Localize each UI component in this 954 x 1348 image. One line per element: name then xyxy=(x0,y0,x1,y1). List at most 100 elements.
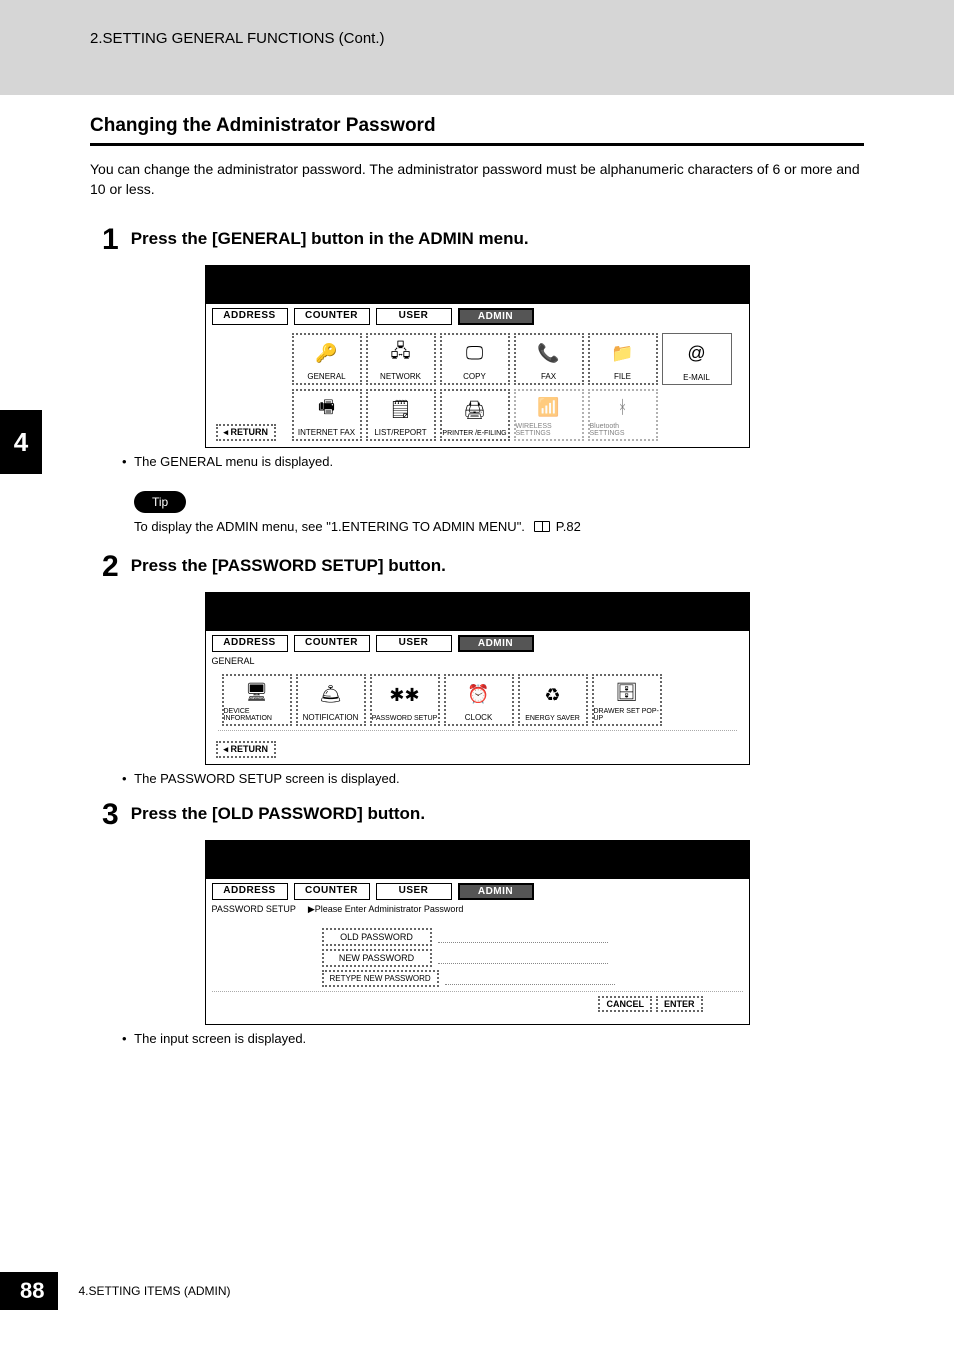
internet-fax-button[interactable]: 🖷INTERNET FAX xyxy=(292,389,362,441)
network-button[interactable]: 🖧NETWORK xyxy=(366,333,436,385)
tab-counter[interactable]: COUNTER xyxy=(294,883,370,900)
drawer-icon: 🗄 xyxy=(615,676,638,708)
password-setup-label: PASSWORD SETUP xyxy=(206,902,302,919)
fax-icon: 📞 xyxy=(537,335,559,372)
copy-button[interactable]: 🖵COPY xyxy=(440,333,510,385)
intro-paragraph: You can change the administrator passwor… xyxy=(90,160,864,199)
device-icon: 🖥 xyxy=(245,676,268,708)
printer-icon: 🖨 xyxy=(463,391,486,430)
section-title: Changing the Administrator Password xyxy=(90,115,864,137)
screen-top-bar xyxy=(206,266,749,304)
step-2-text: Press the [PASSWORD SETUP] button. xyxy=(131,552,446,576)
step-1-number: 1 xyxy=(102,225,119,255)
screen-tabs: ADDRESS COUNTER USER ADMIN xyxy=(206,304,749,327)
fax-button-label: FAX xyxy=(541,372,556,381)
clock-button[interactable]: ⏰CLOCK xyxy=(444,674,514,726)
network-icon: 🖧 xyxy=(390,335,410,372)
password-icon: ✱✱ xyxy=(389,676,419,715)
general-button[interactable]: 🔑GENERAL xyxy=(292,333,362,385)
wireless-label: WIRELESS SETTINGS xyxy=(516,423,582,437)
tip-badge: Tip xyxy=(134,491,186,513)
book-icon xyxy=(534,521,550,532)
cancel-button[interactable]: CANCEL xyxy=(598,996,652,1012)
title-rule xyxy=(90,143,864,146)
retype-password-field xyxy=(445,973,615,985)
file-icon: 📁 xyxy=(611,335,633,372)
step-1-note: The GENERAL menu is displayed. xyxy=(134,454,864,469)
file-button-label: FILE xyxy=(614,372,631,381)
email-button[interactable]: @E-MAIL xyxy=(662,333,732,385)
screen-top-bar xyxy=(206,593,749,631)
step-3: 3 Press the [OLD PASSWORD] button. xyxy=(102,800,864,830)
tab-counter[interactable]: COUNTER xyxy=(294,635,370,652)
tab-admin[interactable]: ADMIN xyxy=(458,635,534,652)
device-info-label: DEVICE INFORMATION xyxy=(224,708,290,722)
bell-icon: 🛎 xyxy=(319,676,342,713)
chapter-side-tab: 4 xyxy=(0,410,42,474)
tab-admin[interactable]: ADMIN xyxy=(458,308,534,325)
list-report-label: LIST/REPORT xyxy=(374,428,426,437)
fax-button[interactable]: 📞FAX xyxy=(514,333,584,385)
password-setup-label: PASSWORD SETUP xyxy=(372,715,438,722)
clock-icon: ⏰ xyxy=(467,676,489,713)
password-setup-button[interactable]: ✱✱PASSWORD SETUP xyxy=(370,674,440,726)
drawer-set-button[interactable]: 🗄DRAWER SET POP-UP xyxy=(592,674,662,726)
page-content: Changing the Administrator Password You … xyxy=(0,115,954,1046)
running-title: 2.SETTING GENERAL FUNCTIONS (Cont.) xyxy=(90,30,954,47)
password-setup-screenshot: ADDRESS COUNTER USER ADMIN PASSWORD SETU… xyxy=(205,840,750,1025)
notification-button[interactable]: 🛎NOTIFICATION xyxy=(296,674,366,726)
printer-efiling-button[interactable]: 🖨PRINTER /E-FILING xyxy=(440,389,510,441)
step-2-number: 2 xyxy=(102,552,119,582)
tab-user[interactable]: USER xyxy=(376,308,452,325)
retype-password-button[interactable]: RETYPE NEW PASSWORD xyxy=(322,970,439,987)
old-password-button[interactable]: OLD PASSWORD xyxy=(322,928,432,946)
tab-user[interactable]: USER xyxy=(376,883,452,900)
step-3-text: Press the [OLD PASSWORD] button. xyxy=(131,800,425,824)
tab-user[interactable]: USER xyxy=(376,635,452,652)
page-number: 88 xyxy=(0,1272,58,1310)
energy-saver-button[interactable]: ♻ENERGY SAVER xyxy=(518,674,588,726)
header-band: 2.SETTING GENERAL FUNCTIONS (Cont.) xyxy=(0,0,954,95)
file-button[interactable]: 📁FILE xyxy=(588,333,658,385)
step-2-note: The PASSWORD SETUP screen is displayed. xyxy=(134,771,864,786)
drawer-set-label: DRAWER SET POP-UP xyxy=(594,708,660,722)
admin-menu-screenshot: ADDRESS COUNTER USER ADMIN 🔑GENERAL 🖧NET… xyxy=(205,265,750,448)
screen-tabs: ADDRESS COUNTER USER ADMIN xyxy=(206,879,749,902)
tip-text: To display the ADMIN menu, see "1.ENTERI… xyxy=(134,519,864,534)
copy-icon: 🖵 xyxy=(466,335,483,372)
step-1: 1 Press the [GENERAL] button in the ADMI… xyxy=(102,225,864,255)
step-1-text: Press the [GENERAL] button in the ADMIN … xyxy=(131,225,529,249)
printer-efiling-label: PRINTER /E-FILING xyxy=(442,430,506,437)
email-button-label: E-MAIL xyxy=(683,373,710,382)
page-footer: 88 4.SETTING ITEMS (ADMIN) xyxy=(0,1272,231,1310)
return-button[interactable]: RETURN xyxy=(216,741,277,758)
device-info-button[interactable]: 🖥DEVICE INFORMATION xyxy=(222,674,292,726)
return-button[interactable]: RETURN xyxy=(216,424,277,441)
step-3-number: 3 xyxy=(102,800,119,830)
footer-chapter: 4.SETTING ITEMS (ADMIN) xyxy=(78,1284,230,1298)
notification-label: NOTIFICATION xyxy=(303,713,359,722)
internet-fax-label: INTERNET FAX xyxy=(298,428,355,437)
bluetooth-button[interactable]: ᚼBluetooth SETTINGS xyxy=(588,389,658,441)
tab-counter[interactable]: COUNTER xyxy=(294,308,370,325)
new-password-button[interactable]: NEW PASSWORD xyxy=(322,949,432,967)
general-button-label: GENERAL xyxy=(307,372,345,381)
list-icon: 🗒 xyxy=(389,391,412,428)
screen-tabs: ADDRESS COUNTER USER ADMIN xyxy=(206,631,749,654)
copy-button-label: COPY xyxy=(463,372,486,381)
enter-button[interactable]: ENTER xyxy=(656,996,703,1012)
tab-address[interactable]: ADDRESS xyxy=(212,883,288,900)
wireless-button[interactable]: 📶WIRELESS SETTINGS xyxy=(514,389,584,441)
bluetooth-icon: ᚼ xyxy=(617,391,628,423)
key-icon: 🔑 xyxy=(315,335,337,372)
list-report-button[interactable]: 🗒LIST/REPORT xyxy=(366,389,436,441)
tab-address[interactable]: ADDRESS xyxy=(212,308,288,325)
tab-admin[interactable]: ADMIN xyxy=(458,883,534,900)
new-password-field xyxy=(438,952,608,964)
step-3-note: The input screen is displayed. xyxy=(134,1031,864,1046)
wireless-icon: 📶 xyxy=(537,391,559,423)
tab-address[interactable]: ADDRESS xyxy=(212,635,288,652)
ifax-icon: 🖷 xyxy=(318,391,335,428)
clock-label: CLOCK xyxy=(465,713,493,722)
bluetooth-label: Bluetooth SETTINGS xyxy=(590,423,656,437)
